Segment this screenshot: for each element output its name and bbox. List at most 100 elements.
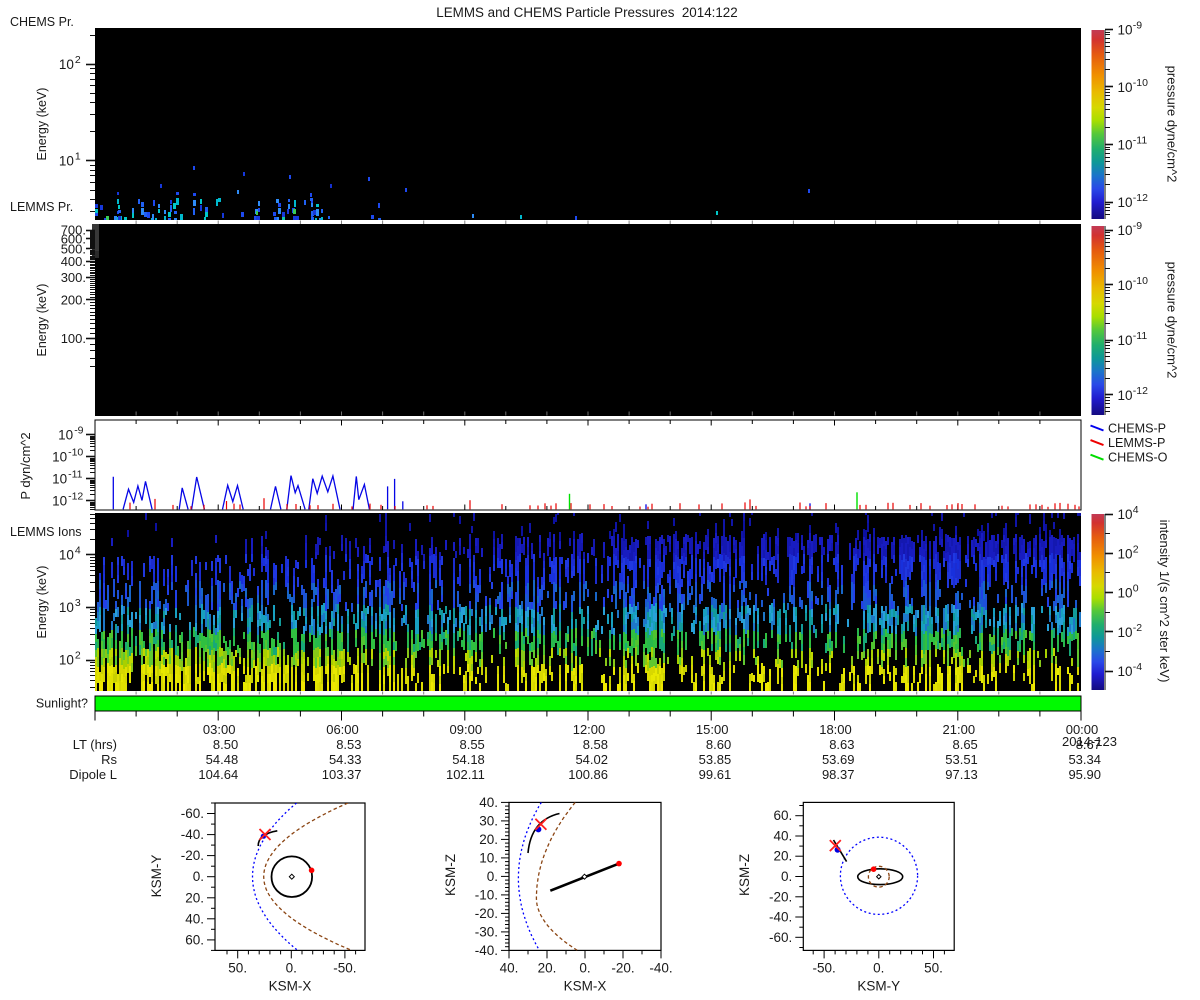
svg-text:CHEMS-O: CHEMS-O — [1108, 451, 1168, 465]
svg-text:53.51: 53.51 — [945, 752, 978, 767]
svg-text:40.: 40. — [185, 911, 204, 926]
svg-text:100.86: 100.86 — [568, 767, 608, 782]
svg-text:10: 10 — [52, 450, 67, 465]
svg-text:-40.: -40. — [649, 960, 672, 975]
svg-text:20.: 20. — [479, 832, 498, 847]
svg-text:0.: 0. — [781, 869, 792, 884]
svg-text:2: 2 — [75, 650, 81, 662]
svg-text:95.90: 95.90 — [1068, 767, 1101, 782]
svg-text:40.: 40. — [479, 795, 498, 810]
svg-text:KSM-Z: KSM-Z — [443, 854, 458, 896]
svg-text:Energy (keV): Energy (keV) — [35, 284, 49, 357]
svg-text:8.58: 8.58 — [583, 737, 608, 752]
svg-text:8.55: 8.55 — [459, 737, 484, 752]
svg-text:-12: -12 — [68, 491, 83, 503]
svg-text:-60.: -60. — [181, 806, 204, 821]
svg-text:10: 10 — [1118, 507, 1133, 522]
svg-text:-2: -2 — [1133, 622, 1142, 634]
svg-text:54.48: 54.48 — [206, 752, 239, 767]
svg-text:-40.: -40. — [475, 943, 498, 958]
svg-text:2014-123: 2014-123 — [1062, 734, 1117, 749]
svg-text:03:00: 03:00 — [203, 722, 236, 737]
svg-text:60.: 60. — [185, 932, 204, 947]
svg-text:Sunlight?: Sunlight? — [36, 697, 88, 711]
svg-text:LEMMS Pr.: LEMMS Pr. — [10, 200, 73, 214]
svg-text:3: 3 — [75, 597, 81, 609]
svg-text:CHEMS Pr.: CHEMS Pr. — [10, 15, 74, 29]
svg-text:4: 4 — [75, 545, 81, 557]
svg-text:KSM-Y: KSM-Y — [857, 978, 900, 993]
svg-text:200.: 200. — [61, 292, 86, 307]
svg-text:21:00: 21:00 — [943, 722, 976, 737]
svg-text:20.: 20. — [774, 849, 793, 864]
svg-text:intensity 1/(s cm^2 ster keV): intensity 1/(s cm^2 ster keV) — [1157, 520, 1172, 683]
svg-text:-11: -11 — [1133, 135, 1148, 147]
svg-text:Energy (keV): Energy (keV) — [35, 566, 49, 639]
svg-text:10: 10 — [1118, 388, 1133, 403]
svg-text:8.65: 8.65 — [952, 737, 977, 752]
svg-text:-10: -10 — [68, 447, 83, 459]
svg-text:LEMMS Ions: LEMMS Ions — [10, 525, 82, 539]
svg-text:-9: -9 — [1133, 20, 1142, 32]
svg-text:40.: 40. — [774, 829, 793, 844]
svg-text:LT (hrs): LT (hrs) — [73, 737, 117, 752]
svg-text:20.: 20. — [538, 960, 557, 975]
svg-text:53.34: 53.34 — [1068, 752, 1101, 767]
svg-text:54.02: 54.02 — [575, 752, 608, 767]
svg-text:KSM-X: KSM-X — [564, 978, 607, 993]
svg-text:0.: 0. — [579, 960, 590, 975]
svg-text:-50.: -50. — [333, 960, 356, 975]
svg-text:-9: -9 — [1133, 220, 1142, 232]
svg-text:10: 10 — [59, 548, 74, 563]
svg-text:12:00: 12:00 — [573, 722, 606, 737]
svg-text:-10.: -10. — [475, 887, 498, 902]
svg-text:40.: 40. — [500, 960, 519, 975]
svg-text:0: 0 — [1133, 583, 1139, 595]
svg-text:8.53: 8.53 — [336, 737, 361, 752]
svg-text:700.: 700. — [61, 223, 86, 238]
svg-text:09:00: 09:00 — [450, 722, 483, 737]
svg-text:2: 2 — [1133, 543, 1139, 555]
svg-text:97.13: 97.13 — [945, 767, 978, 782]
svg-text:LEMMS-P: LEMMS-P — [1108, 436, 1165, 450]
svg-text:10.: 10. — [479, 850, 498, 865]
svg-text:0.: 0. — [286, 960, 297, 975]
svg-text:pressure dyne/cm^2: pressure dyne/cm^2 — [1165, 66, 1180, 183]
svg-text:P dyn/cm^2: P dyn/cm^2 — [18, 432, 33, 499]
svg-text:60.: 60. — [774, 808, 793, 823]
svg-text:0.: 0. — [487, 869, 498, 884]
svg-text:-4: -4 — [1133, 661, 1142, 673]
svg-text:10: 10 — [1118, 138, 1133, 153]
svg-text:-20.: -20. — [611, 960, 634, 975]
svg-text:KSM-X: KSM-X — [269, 978, 312, 993]
svg-text:20.: 20. — [185, 890, 204, 905]
svg-text:10: 10 — [1118, 80, 1133, 95]
svg-text:10: 10 — [1118, 278, 1133, 293]
svg-text:-30.: -30. — [475, 924, 498, 939]
svg-text:0.: 0. — [873, 960, 884, 975]
svg-text:10: 10 — [1118, 223, 1133, 238]
svg-text:10: 10 — [1118, 625, 1133, 640]
svg-text:06:00: 06:00 — [326, 722, 359, 737]
svg-text:CHEMS-P: CHEMS-P — [1108, 422, 1166, 436]
svg-text:104.64: 104.64 — [198, 767, 238, 782]
svg-text:10: 10 — [1118, 195, 1133, 210]
svg-text:10: 10 — [1118, 333, 1133, 348]
svg-text:Dipole L: Dipole L — [69, 767, 117, 782]
svg-text:18:00: 18:00 — [819, 722, 852, 737]
svg-text:10: 10 — [1118, 664, 1133, 679]
svg-text:8.60: 8.60 — [706, 737, 731, 752]
svg-text:54.18: 54.18 — [452, 752, 485, 767]
svg-text:300.: 300. — [61, 270, 86, 285]
svg-text:10: 10 — [52, 472, 67, 487]
svg-text:15:00: 15:00 — [696, 722, 729, 737]
svg-text:1: 1 — [75, 151, 81, 163]
svg-text:50.: 50. — [228, 960, 247, 975]
svg-text:2: 2 — [75, 54, 81, 66]
svg-text:98.37: 98.37 — [822, 767, 855, 782]
svg-text:10: 10 — [59, 600, 74, 615]
svg-text:-40.: -40. — [181, 827, 204, 842]
svg-text:30.: 30. — [479, 813, 498, 828]
svg-text:8.50: 8.50 — [213, 737, 238, 752]
svg-text:-60.: -60. — [769, 930, 792, 945]
